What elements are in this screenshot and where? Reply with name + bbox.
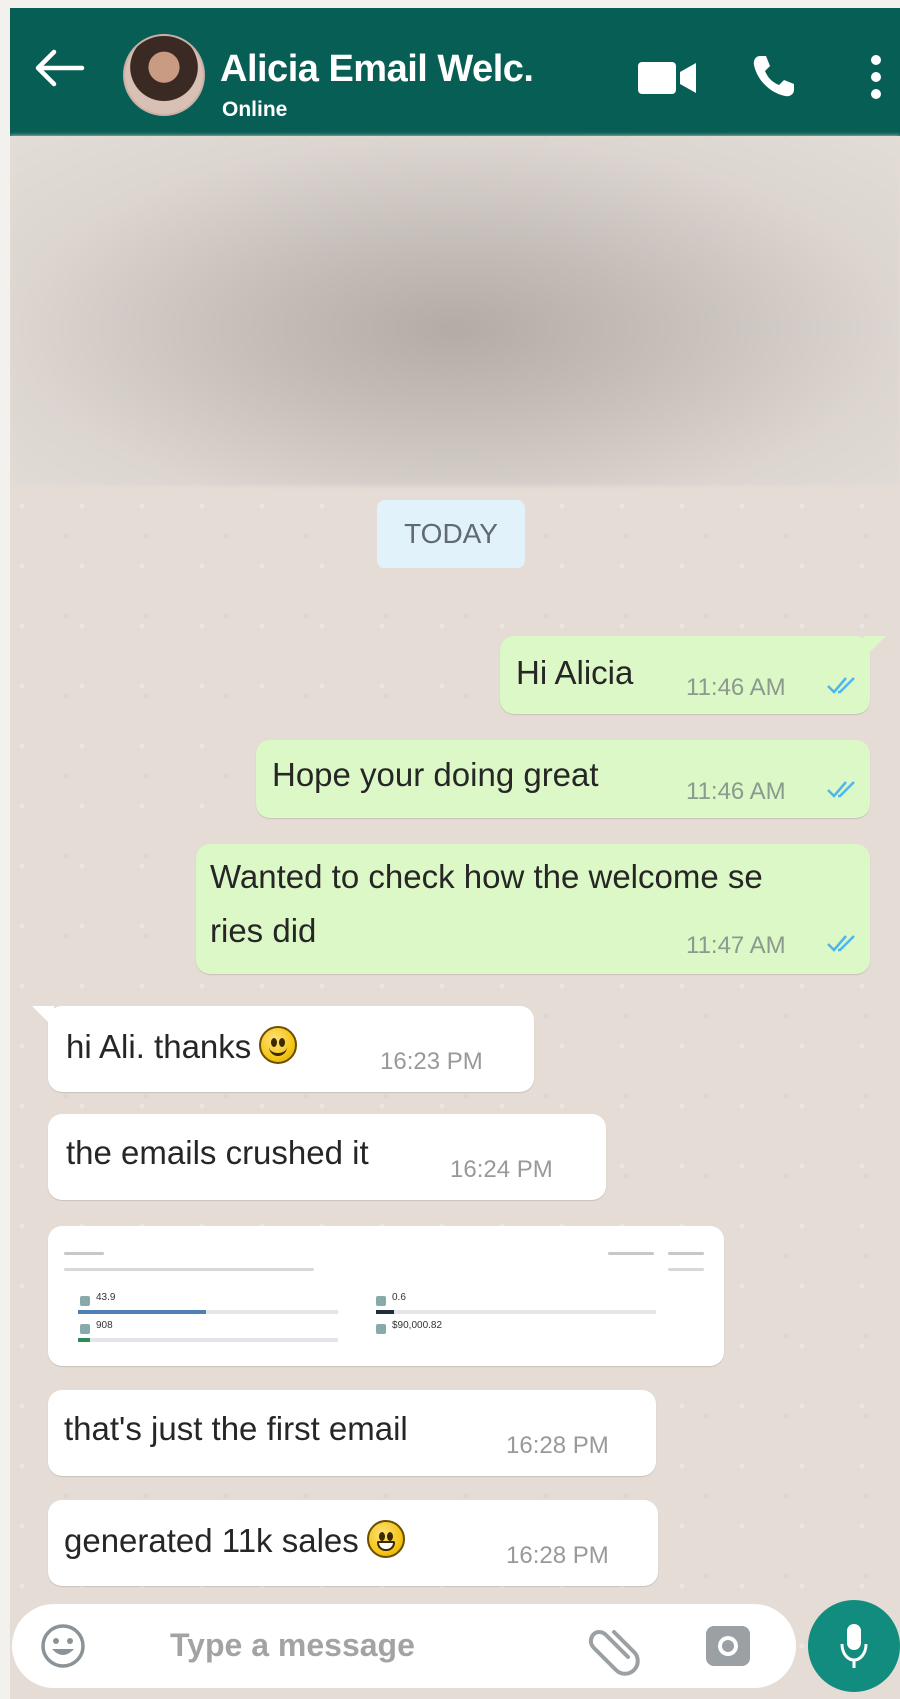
- chat-header: Alicia Email Welc. Online: [10, 8, 900, 136]
- message-incoming[interactable]: hi Ali. thanks 16:23 PM: [32, 1006, 534, 1092]
- preview-stat-icon: [376, 1324, 386, 1334]
- message-text-body: hi Ali. thanks: [66, 1028, 252, 1065]
- message-text: Hi Alicia: [516, 654, 634, 691]
- message-outgoing[interactable]: Hi Alicia 11:46 AM: [500, 636, 886, 714]
- message-input[interactable]: Type a message: [170, 1627, 415, 1664]
- message-text-body: generated 11k sales: [64, 1522, 359, 1559]
- mic-button[interactable]: [808, 1600, 900, 1692]
- image-message[interactable]: 43.9 0.6 908 $90,000.82: [48, 1226, 724, 1366]
- preview-stat-icon: [80, 1296, 90, 1306]
- contact-status: Online: [222, 98, 288, 121]
- preview-bar-track: [78, 1338, 338, 1342]
- message-time: 16:28 PM: [506, 1432, 609, 1459]
- bubble-tail: [864, 636, 886, 658]
- phone-icon[interactable]: [750, 52, 798, 100]
- grin-emoji-icon: [366, 1520, 405, 1558]
- preview-stat: $90,000.82: [392, 1320, 443, 1331]
- blurred-content: [10, 136, 900, 486]
- back-arrow-icon[interactable]: [32, 48, 86, 88]
- message-text-line2: ries did: [210, 912, 317, 949]
- contact-avatar[interactable]: [123, 34, 205, 116]
- message-text: generated 11k sales: [64, 1518, 405, 1564]
- preview-line: [64, 1252, 104, 1255]
- message-text: the emails crushed it: [66, 1134, 369, 1171]
- preview-line: [668, 1252, 704, 1255]
- message-incoming[interactable]: the emails crushed it 16:24 PM: [48, 1114, 606, 1200]
- preview-line: [668, 1268, 704, 1271]
- message-incoming[interactable]: that's just the first email 16:28 PM: [48, 1390, 656, 1476]
- message-time: 16:24 PM: [450, 1156, 553, 1183]
- message-incoming[interactable]: generated 11k sales 16:28 PM: [48, 1500, 658, 1586]
- preview-line: [64, 1268, 314, 1271]
- message-time: 16:28 PM: [506, 1542, 609, 1569]
- message-outgoing[interactable]: Hope your doing great 11:46 AM: [256, 740, 870, 818]
- emoji-icon[interactable]: [40, 1623, 86, 1669]
- preview-bar-fill: [78, 1338, 90, 1342]
- message-time: 11:47 AM: [686, 932, 786, 959]
- preview-bar-track: [376, 1310, 656, 1314]
- read-ticks-icon: [827, 935, 855, 952]
- more-vert-icon[interactable]: [868, 54, 884, 100]
- preview-stat-icon: [376, 1296, 386, 1306]
- message-text-line1: Wanted to check how the welcome se: [210, 858, 763, 895]
- preview-stat: 0.6: [392, 1292, 406, 1303]
- smiley-emoji-icon: [259, 1026, 298, 1064]
- camera-icon[interactable]: [702, 1620, 754, 1672]
- message-time: 16:23 PM: [380, 1048, 483, 1075]
- contact-name[interactable]: Alicia Email Welc.: [220, 48, 534, 91]
- bubble-tail: [32, 1006, 54, 1028]
- mic-icon: [840, 1624, 868, 1668]
- attach-icon[interactable]: [584, 1617, 644, 1677]
- preview-line: [608, 1252, 654, 1255]
- message-time: 11:46 AM: [686, 778, 786, 805]
- video-call-icon[interactable]: [638, 58, 698, 98]
- date-divider: TODAY: [377, 500, 525, 568]
- preview-bar-fill: [376, 1310, 394, 1314]
- read-ticks-icon: [827, 677, 855, 694]
- read-ticks-icon: [827, 781, 855, 798]
- message-outgoing[interactable]: Wanted to check how the welcome se ries …: [196, 844, 870, 974]
- preview-bar-fill: [78, 1310, 206, 1314]
- preview-stat-icon: [80, 1324, 90, 1334]
- preview-stat: 43.9: [96, 1292, 116, 1303]
- message-text: that's just the first email: [64, 1410, 408, 1447]
- message-text: hi Ali. thanks: [66, 1024, 298, 1070]
- message-text: Hope your doing great: [272, 756, 599, 793]
- message-time: 11:46 AM: [686, 674, 786, 701]
- preview-stat: 908: [96, 1320, 113, 1331]
